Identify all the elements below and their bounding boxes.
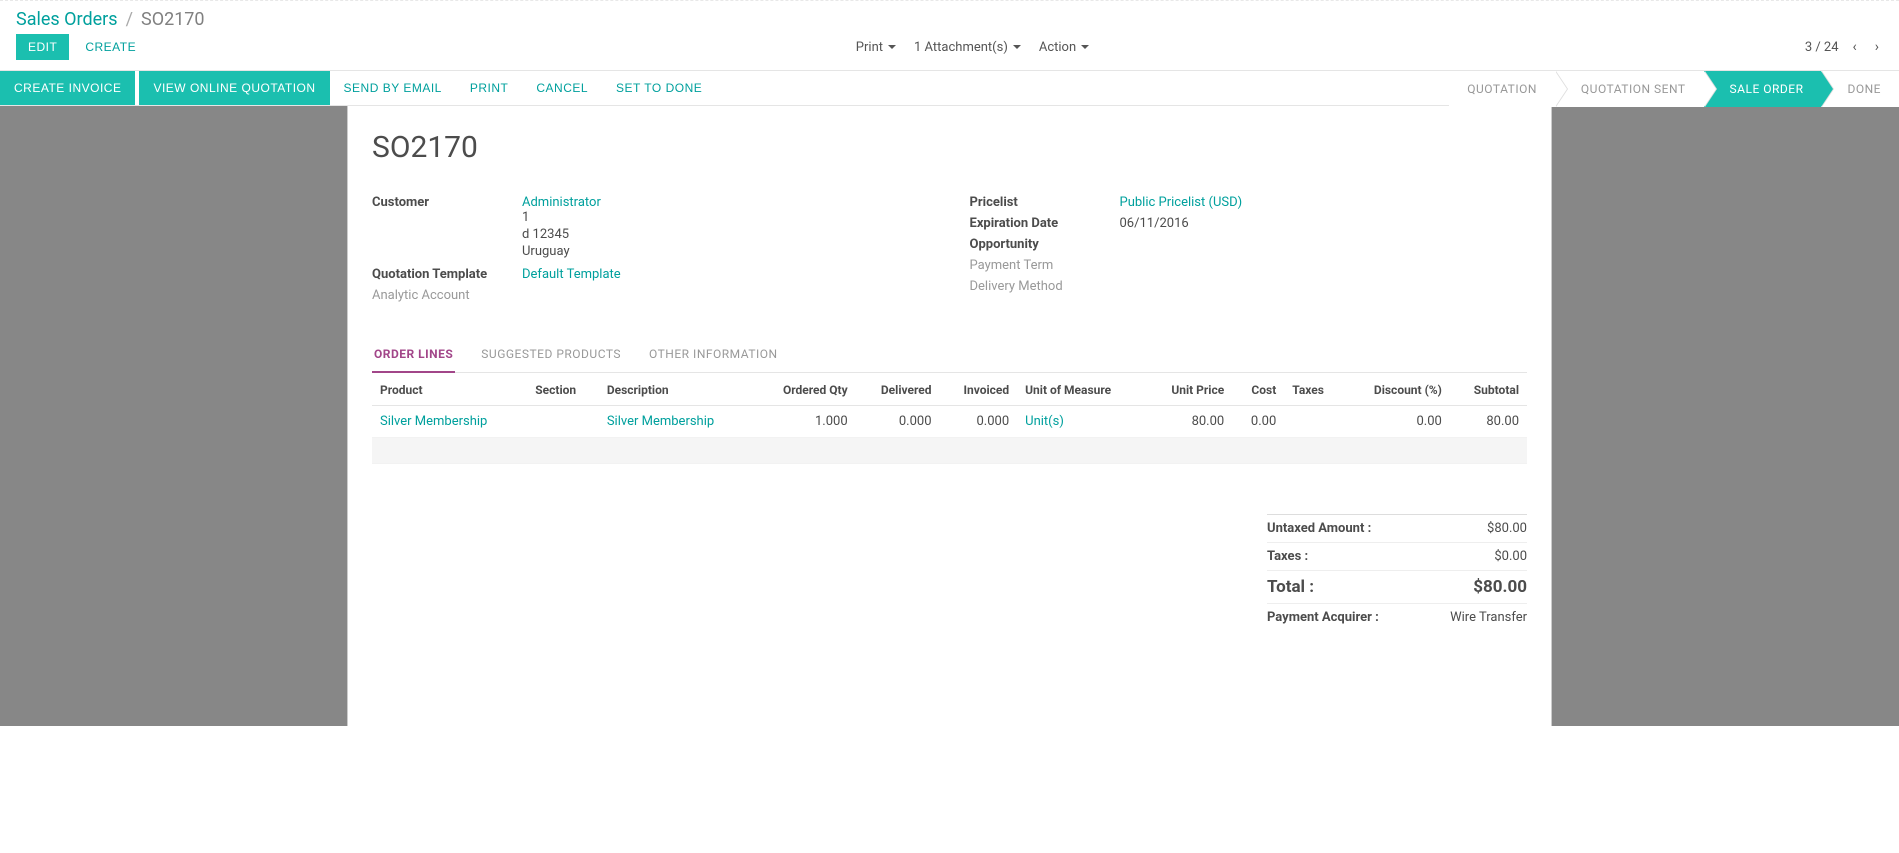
payment-acquirer-label: Payment Acquirer : [1267, 610, 1379, 625]
line-ordered: 1.000 [754, 406, 856, 438]
customer-link[interactable]: Administrator [522, 195, 930, 210]
tab-other-information[interactable]: OTHER INFORMATION [647, 339, 780, 373]
pager-prev-button[interactable]: ‹ [1849, 37, 1861, 57]
customer-addr-1: 1 [522, 210, 930, 225]
opportunity-label: Opportunity [970, 237, 1120, 252]
payment-term-label: Payment Term [970, 258, 1120, 273]
line-taxes [1284, 406, 1344, 438]
action-dropdown-label: Action [1039, 40, 1076, 55]
caret-down-icon [1081, 45, 1089, 49]
col-discount[interactable]: Discount (%) [1344, 373, 1450, 406]
caret-down-icon [1013, 45, 1021, 49]
col-uom[interactable]: Unit of Measure [1017, 373, 1145, 406]
set-to-done-button[interactable]: SET TO DONE [602, 71, 716, 105]
tab-suggested-products[interactable]: SUGGESTED PRODUCTS [479, 339, 623, 373]
col-product[interactable]: Product [372, 373, 527, 406]
breadcrumb-sep: / [126, 9, 133, 30]
status-sale-order-label: SALE ORDER [1730, 82, 1804, 96]
col-section[interactable]: Section [527, 373, 599, 406]
total-label: Total : [1267, 577, 1314, 597]
taxes-label: Taxes : [1267, 549, 1308, 564]
quotation-template-link[interactable]: Default Template [522, 267, 930, 282]
untaxed-label: Untaxed Amount : [1267, 521, 1371, 536]
print-button[interactable]: PRINT [456, 71, 523, 105]
customer-country: Uruguay [522, 244, 930, 259]
line-description[interactable]: Silver Membership [607, 414, 714, 429]
view-online-quotation-button[interactable]: VIEW ONLINE QUOTATION [139, 71, 329, 105]
breadcrumb-root[interactable]: Sales Orders [16, 9, 118, 30]
untaxed-value: $80.00 [1457, 521, 1527, 536]
delivery-method-value [1120, 279, 1528, 294]
table-row[interactable]: Silver Membership Silver Membership 1.00… [372, 406, 1527, 438]
col-invoiced[interactable]: Invoiced [940, 373, 1018, 406]
col-description[interactable]: Description [599, 373, 754, 406]
attachments-dropdown[interactable]: 1 Attachment(s) [914, 40, 1021, 55]
line-section [527, 406, 599, 438]
col-taxes[interactable]: Taxes [1284, 373, 1344, 406]
col-subtotal[interactable]: Subtotal [1450, 373, 1527, 406]
customer-addr-2: d 12345 [522, 227, 930, 242]
payment-term-value [1120, 258, 1528, 273]
status-quotation[interactable]: QUOTATION [1449, 71, 1555, 107]
send-by-email-button[interactable]: SEND BY EMAIL [330, 71, 456, 105]
status-sale-order[interactable]: SALE ORDER [1704, 71, 1822, 107]
analytic-account-label: Analytic Account [372, 288, 522, 303]
breadcrumb: Sales Orders / SO2170 [16, 1, 205, 30]
pricelist-link[interactable]: Public Pricelist (USD) [1120, 195, 1528, 210]
status-done-label: DONE [1847, 82, 1881, 96]
taxes-value: $0.00 [1457, 549, 1527, 564]
print-dropdown-label: Print [856, 40, 883, 55]
status-quotation-sent-label: QUOTATION SENT [1581, 82, 1686, 96]
line-subtotal: 80.00 [1450, 406, 1527, 438]
print-dropdown[interactable]: Print [856, 40, 896, 55]
line-unit-price: 80.00 [1145, 406, 1232, 438]
col-unit-price[interactable]: Unit Price [1145, 373, 1232, 406]
line-delivered: 0.000 [856, 406, 940, 438]
total-value: $80.00 [1457, 577, 1527, 597]
col-delivered[interactable]: Delivered [856, 373, 940, 406]
caret-down-icon [888, 45, 896, 49]
record-title: SO2170 [372, 130, 1527, 165]
pricelist-label: Pricelist [970, 195, 1120, 210]
order-lines-table: Product Section Description Ordered Qty … [372, 373, 1527, 464]
col-ordered[interactable]: Ordered Qty [754, 373, 856, 406]
status-quotation-sent[interactable]: QUOTATION SENT [1555, 71, 1704, 107]
breadcrumb-current: SO2170 [141, 9, 205, 30]
action-dropdown[interactable]: Action [1039, 40, 1089, 55]
payment-acquirer-value: Wire Transfer [1450, 610, 1527, 625]
delivery-method-label: Delivery Method [970, 279, 1120, 294]
expiration-label: Expiration Date [970, 216, 1120, 231]
status-quotation-label: QUOTATION [1467, 82, 1537, 96]
analytic-account-value [522, 288, 930, 303]
line-product[interactable]: Silver Membership [380, 414, 487, 429]
pager-text: 3 / 24 [1805, 40, 1839, 55]
line-uom[interactable]: Unit(s) [1025, 414, 1064, 429]
line-cost: 0.00 [1232, 406, 1284, 438]
edit-button[interactable]: EDIT [16, 34, 69, 60]
create-invoice-button[interactable]: CREATE INVOICE [0, 71, 135, 105]
empty-row [372, 438, 1527, 464]
pager-next-button[interactable]: › [1871, 37, 1883, 57]
customer-label: Customer [372, 195, 522, 261]
expiration-value: 06/11/2016 [1120, 216, 1528, 231]
cancel-button[interactable]: CANCEL [522, 71, 602, 105]
line-invoiced: 0.000 [940, 406, 1018, 438]
form-sheet: SO2170 Customer Administrator 1 d 12345 … [347, 106, 1552, 726]
create-button[interactable]: CREATE [81, 34, 140, 60]
tab-order-lines[interactable]: ORDER LINES [372, 339, 455, 373]
opportunity-value [1120, 237, 1528, 252]
line-discount: 0.00 [1344, 406, 1450, 438]
tabs: ORDER LINES SUGGESTED PRODUCTS OTHER INF… [372, 339, 1527, 373]
attachments-dropdown-label: 1 Attachment(s) [914, 40, 1008, 55]
col-cost[interactable]: Cost [1232, 373, 1284, 406]
quotation-template-label: Quotation Template [372, 267, 522, 282]
status-bar: QUOTATION QUOTATION SENT SALE ORDER DONE [1449, 71, 1899, 105]
totals: Untaxed Amount : $80.00 Taxes : $0.00 To… [1267, 514, 1527, 631]
